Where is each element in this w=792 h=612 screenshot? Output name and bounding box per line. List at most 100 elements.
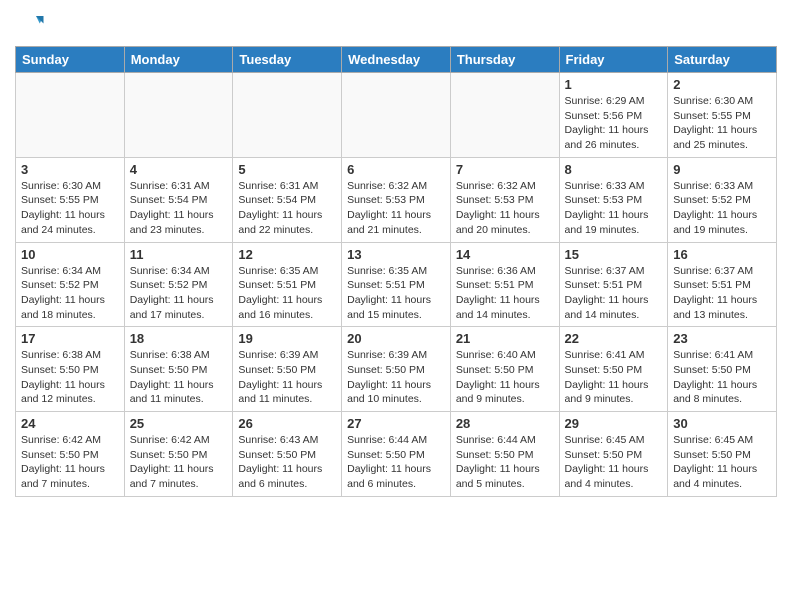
day-number: 25 [130,416,228,431]
day-number: 4 [130,162,228,177]
calendar-cell: 11Sunrise: 6:34 AM Sunset: 5:52 PM Dayli… [124,242,233,327]
calendar-cell: 12 Sunrise: 6:35 AM Sunset: 5:51 PM Dayli… [233,242,342,327]
calendar-cell: 17 Sunrise: 6:38 AM Sunset: 5:50 PM Dayli… [16,327,125,412]
day-number: 21 [456,331,554,346]
calendar-cell: 8 Sunrise: 6:33 AM Sunset: 5:53 PM Daylig… [559,157,668,242]
calendar-week-3: 17 Sunrise: 6:38 AM Sunset: 5:50 PM Dayli… [16,327,777,412]
day-number: 16 [673,247,771,262]
calendar-cell: 28 Sunrise: 6:44 AM Sunset: 5:50 PM Dayli… [450,412,559,497]
day-number: 28 [456,416,554,431]
day-number: 2 [673,77,771,92]
calendar-cell: 1 Sunrise: 6:29 AM Sunset: 5:56 PM Daylig… [559,73,668,158]
calendar-cell: 22 Sunrise: 6:41 AM Sunset: 5:50 PM Dayli… [559,327,668,412]
calendar-cell: 20 Sunrise: 6:39 AM Sunset: 5:50 PM Dayli… [342,327,451,412]
calendar-header-sunday: Sunday [16,47,125,73]
calendar-header-friday: Friday [559,47,668,73]
calendar-week-2: 10Sunrise: 6:34 AM Sunset: 5:52 PM Dayli… [16,242,777,327]
calendar-header-tuesday: Tuesday [233,47,342,73]
day-number: 23 [673,331,771,346]
day-info: Sunrise: 6:32 AM Sunset: 5:53 PM Dayligh… [347,179,445,238]
day-number: 17 [21,331,119,346]
day-info: Sunrise: 6:43 AM Sunset: 5:50 PM Dayligh… [238,433,336,492]
day-info: Sunrise: 6:41 AM Sunset: 5:50 PM Dayligh… [565,348,663,407]
calendar-cell [16,73,125,158]
calendar-cell: 27 Sunrise: 6:44 AM Sunset: 5:50 PM Dayli… [342,412,451,497]
calendar-cell: 15 Sunrise: 6:37 AM Sunset: 5:51 PM Dayli… [559,242,668,327]
day-info: Sunrise: 6:29 AM Sunset: 5:56 PM Dayligh… [565,94,663,153]
calendar-cell: 13 Sunrise: 6:35 AM Sunset: 5:51 PM Dayli… [342,242,451,327]
header [15,10,777,40]
day-info: Sunrise: 6:35 AM Sunset: 5:51 PM Dayligh… [238,264,336,323]
calendar-cell: 16 Sunrise: 6:37 AM Sunset: 5:51 PM Dayli… [668,242,777,327]
day-info: Sunrise: 6:35 AM Sunset: 5:51 PM Dayligh… [347,264,445,323]
day-number: 20 [347,331,445,346]
calendar-cell [124,73,233,158]
day-info: Sunrise: 6:30 AM Sunset: 5:55 PM Dayligh… [673,94,771,153]
day-number: 15 [565,247,663,262]
calendar-cell: 10Sunrise: 6:34 AM Sunset: 5:52 PM Dayli… [16,242,125,327]
day-info: Sunrise: 6:31 AM Sunset: 5:54 PM Dayligh… [238,179,336,238]
calendar-cell: 2 Sunrise: 6:30 AM Sunset: 5:55 PM Daylig… [668,73,777,158]
calendar-header-monday: Monday [124,47,233,73]
day-info: Sunrise: 6:34 AM Sunset: 5:52 PM Dayligh… [21,264,119,323]
calendar-cell [233,73,342,158]
day-number: 19 [238,331,336,346]
calendar-cell: 18 Sunrise: 6:38 AM Sunset: 5:50 PM Dayli… [124,327,233,412]
day-number: 26 [238,416,336,431]
day-number: 9 [673,162,771,177]
day-info: Sunrise: 6:33 AM Sunset: 5:53 PM Dayligh… [565,179,663,238]
day-number: 1 [565,77,663,92]
day-info: Sunrise: 6:30 AM Sunset: 5:55 PM Dayligh… [21,179,119,238]
day-info: Sunrise: 6:44 AM Sunset: 5:50 PM Dayligh… [347,433,445,492]
day-info: Sunrise: 6:39 AM Sunset: 5:50 PM Dayligh… [238,348,336,407]
day-info: Sunrise: 6:40 AM Sunset: 5:50 PM Dayligh… [456,348,554,407]
day-number: 18 [130,331,228,346]
calendar-cell: 6 Sunrise: 6:32 AM Sunset: 5:53 PM Daylig… [342,157,451,242]
calendar-cell: 26 Sunrise: 6:43 AM Sunset: 5:50 PM Dayli… [233,412,342,497]
calendar-cell: 9 Sunrise: 6:33 AM Sunset: 5:52 PM Daylig… [668,157,777,242]
day-number: 12 [238,247,336,262]
day-info: Sunrise: 6:39 AM Sunset: 5:50 PM Dayligh… [347,348,445,407]
day-info: Sunrise: 6:37 AM Sunset: 5:51 PM Dayligh… [565,264,663,323]
calendar-cell: 19 Sunrise: 6:39 AM Sunset: 5:50 PM Dayli… [233,327,342,412]
day-info: Sunrise: 6:44 AM Sunset: 5:50 PM Dayligh… [456,433,554,492]
day-info: Sunrise: 6:45 AM Sunset: 5:50 PM Dayligh… [673,433,771,492]
calendar: SundayMondayTuesdayWednesdayThursdayFrid… [15,46,777,497]
calendar-cell [342,73,451,158]
calendar-cell: 30Sunrise: 6:45 AM Sunset: 5:50 PM Dayli… [668,412,777,497]
day-number: 13 [347,247,445,262]
logo [15,10,49,40]
day-number: 22 [565,331,663,346]
calendar-cell: 14 Sunrise: 6:36 AM Sunset: 5:51 PM Dayli… [450,242,559,327]
calendar-cell: 21 Sunrise: 6:40 AM Sunset: 5:50 PM Dayli… [450,327,559,412]
day-number: 14 [456,247,554,262]
calendar-cell [450,73,559,158]
calendar-header-wednesday: Wednesday [342,47,451,73]
day-number: 8 [565,162,663,177]
day-number: 7 [456,162,554,177]
calendar-cell: 23 Sunrise: 6:41 AM Sunset: 5:50 PM Dayli… [668,327,777,412]
day-info: Sunrise: 6:36 AM Sunset: 5:51 PM Dayligh… [456,264,554,323]
day-number: 6 [347,162,445,177]
day-info: Sunrise: 6:34 AM Sunset: 5:52 PM Dayligh… [130,264,228,323]
day-info: Sunrise: 6:45 AM Sunset: 5:50 PM Dayligh… [565,433,663,492]
calendar-week-4: 24Sunrise: 6:42 AM Sunset: 5:50 PM Dayli… [16,412,777,497]
day-info: Sunrise: 6:38 AM Sunset: 5:50 PM Dayligh… [130,348,228,407]
calendar-header-row: SundayMondayTuesdayWednesdayThursdayFrid… [16,47,777,73]
day-info: Sunrise: 6:38 AM Sunset: 5:50 PM Dayligh… [21,348,119,407]
day-info: Sunrise: 6:33 AM Sunset: 5:52 PM Dayligh… [673,179,771,238]
page-container: SundayMondayTuesdayWednesdayThursdayFrid… [0,0,792,507]
calendar-week-1: 3 Sunrise: 6:30 AM Sunset: 5:55 PM Daylig… [16,157,777,242]
day-number: 29 [565,416,663,431]
calendar-cell: 29 Sunrise: 6:45 AM Sunset: 5:50 PM Dayli… [559,412,668,497]
calendar-cell: 25 Sunrise: 6:42 AM Sunset: 5:50 PM Dayli… [124,412,233,497]
day-info: Sunrise: 6:41 AM Sunset: 5:50 PM Dayligh… [673,348,771,407]
day-info: Sunrise: 6:37 AM Sunset: 5:51 PM Dayligh… [673,264,771,323]
calendar-cell: 24Sunrise: 6:42 AM Sunset: 5:50 PM Dayli… [16,412,125,497]
calendar-cell: 5Sunrise: 6:31 AM Sunset: 5:54 PM Daylig… [233,157,342,242]
calendar-cell: 7Sunrise: 6:32 AM Sunset: 5:53 PM Daylig… [450,157,559,242]
day-info: Sunrise: 6:42 AM Sunset: 5:50 PM Dayligh… [130,433,228,492]
day-number: 3 [21,162,119,177]
day-number: 27 [347,416,445,431]
calendar-cell: 4Sunrise: 6:31 AM Sunset: 5:54 PM Daylig… [124,157,233,242]
